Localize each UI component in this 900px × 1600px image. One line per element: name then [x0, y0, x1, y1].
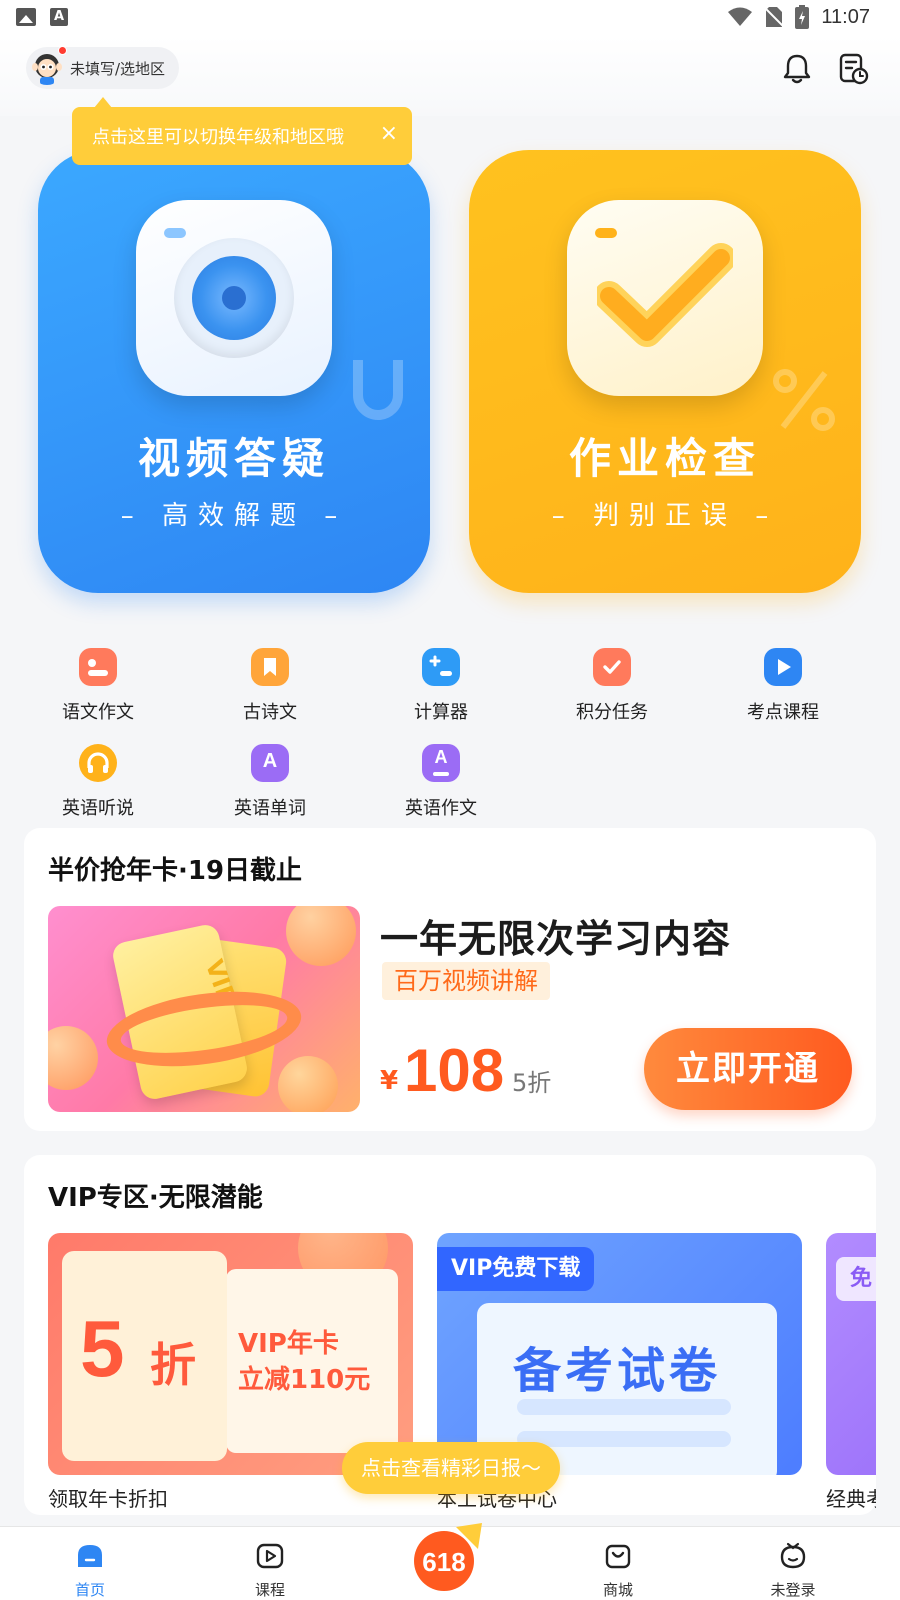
bell-icon[interactable]	[780, 52, 814, 86]
app-notification-icon: A	[50, 8, 68, 26]
tab-label: 首页	[74, 1581, 105, 1599]
battery-charging-icon	[795, 5, 810, 29]
tool-label: 计算器	[414, 702, 468, 723]
vip-classic-card[interactable]: 免	[826, 1233, 876, 1475]
video-qa-title: 视频答疑	[137, 434, 330, 483]
region-selector[interactable]: 未填写/选地区	[26, 46, 180, 89]
vip-section-title: VIP专区·无限潜能	[48, 1183, 263, 1213]
vip-discount-card[interactable]: 5 折 VIP年卡 立减110元	[48, 1233, 413, 1475]
tool-label: 语文作文	[62, 702, 134, 723]
discount-number: 5	[80, 1304, 125, 1393]
tool-label: 积分任务	[576, 702, 648, 723]
homework-check-title: 作业检查	[568, 434, 761, 483]
checkmark-icon	[567, 200, 763, 396]
promo-tag: 百万视频讲解	[382, 962, 550, 1000]
promo-section-title: 半价抢年卡·19日截止	[48, 856, 303, 886]
tool-english-listening[interactable]: 英语听说	[28, 744, 168, 820]
tab-label: 课程	[254, 1581, 285, 1599]
daily-report-pill[interactable]: 点击查看精彩日报～	[342, 1442, 560, 1494]
video-qa-subtitle: – 高效解题 –	[120, 501, 348, 531]
tool-label: 考点课程	[747, 702, 819, 723]
discount-unit: 折	[150, 1338, 196, 1392]
letter-a-pen-icon: A	[422, 744, 460, 782]
annual-card-promo-panel: 半价抢年卡·19日截止 VIP 一年无限次学习内容 百万视频讲解 ¥ 108 5…	[24, 828, 876, 1131]
region-label: 未填写/选地区	[70, 59, 166, 78]
sale-618-icon: 618	[414, 1523, 482, 1591]
close-icon[interactable]: ×	[380, 121, 398, 147]
card-caption: 经典考	[826, 1487, 876, 1511]
free-badge: 免	[836, 1257, 876, 1301]
free-download-badge: VIP免费下载	[437, 1247, 595, 1291]
tab-mall[interactable]: 商城	[573, 1541, 663, 1600]
tool-english-essay[interactable]: A 英语作文	[371, 744, 511, 820]
tool-label: 古诗文	[243, 702, 297, 723]
tooltip-text: 点击这里可以切换年级和地区哦	[92, 127, 344, 148]
tool-english-words[interactable]: A 英语单词	[200, 744, 340, 820]
tool-calculator[interactable]: 计算器	[371, 648, 511, 724]
promo-price: 108	[404, 1037, 505, 1104]
no-sim-icon	[765, 7, 784, 27]
status-bar: A 11:07	[0, 0, 900, 36]
essay-icon	[79, 648, 117, 686]
homework-check-subtitle: – 判别正误 –	[551, 501, 779, 531]
tool-chinese-essay[interactable]: 语文作文	[28, 648, 168, 724]
gallery-notification-icon	[16, 8, 36, 26]
tool-key-courses[interactable]: 考点课程	[713, 648, 853, 724]
tool-label: 英语单词	[234, 798, 306, 819]
homework-check-card[interactable]: 作业检查 – 判别正误 –	[469, 150, 861, 593]
region-hint-tooltip: 点击这里可以切换年级和地区哦 ×	[72, 97, 412, 165]
sale-618-text: 618	[422, 1547, 465, 1577]
coupon-line-2: 立减110元	[238, 1365, 371, 1395]
profile-face-icon	[780, 1542, 806, 1569]
clock: 11:07	[821, 5, 870, 28]
top-header: 未填写/选地区	[0, 36, 900, 116]
coupon-line-1: VIP年卡	[238, 1329, 339, 1359]
video-play-icon	[256, 1543, 284, 1569]
home-icon	[78, 1545, 102, 1567]
exam-paper-title: 备考试卷	[513, 1343, 722, 1399]
wifi-icon	[728, 7, 753, 26]
play-icon	[764, 648, 802, 686]
notification-dot	[58, 46, 67, 55]
history-record-icon[interactable]	[836, 52, 870, 86]
tool-label: 英语听说	[62, 798, 134, 819]
promo-discount: 5折	[512, 1069, 552, 1097]
tab-courses[interactable]: 课程	[225, 1541, 315, 1600]
tab-profile[interactable]: 未登录	[748, 1541, 838, 1600]
tool-label: 英语作文	[405, 798, 477, 819]
task-bag-icon	[593, 648, 631, 686]
tool-points-tasks[interactable]: 积分任务	[542, 648, 682, 724]
calculator-icon	[422, 648, 460, 686]
tab-home[interactable]: 首页	[45, 1541, 135, 1600]
video-qa-card[interactable]: 视频答疑 – 高效解题 –	[38, 150, 430, 593]
vip-card-illustration[interactable]: VIP	[48, 906, 360, 1112]
camera-icon	[136, 200, 332, 396]
vip-exam-paper-card[interactable]: VIP免费下载 备考试卷	[437, 1233, 802, 1475]
tab-label: 未登录	[770, 1581, 816, 1599]
letter-a-icon: A	[251, 744, 289, 782]
tool-classical-poetry[interactable]: 古诗文	[200, 648, 340, 724]
bookmark-icon	[251, 648, 289, 686]
shopping-bag-icon	[605, 1544, 631, 1569]
tab-618-promo[interactable]: 618	[412, 1519, 488, 1595]
promo-headline: 一年无限次学习内容	[380, 917, 732, 961]
mascot-avatar	[32, 54, 62, 85]
magnet-decoration-icon	[353, 360, 403, 420]
tab-label: 商城	[602, 1581, 633, 1599]
open-now-button[interactable]: 立即开通	[644, 1028, 852, 1110]
headphones-icon	[79, 744, 117, 782]
currency-symbol: ¥	[380, 1066, 399, 1096]
bottom-tab-bar: 首页 课程 618 商城 未登录	[0, 1523, 900, 1600]
